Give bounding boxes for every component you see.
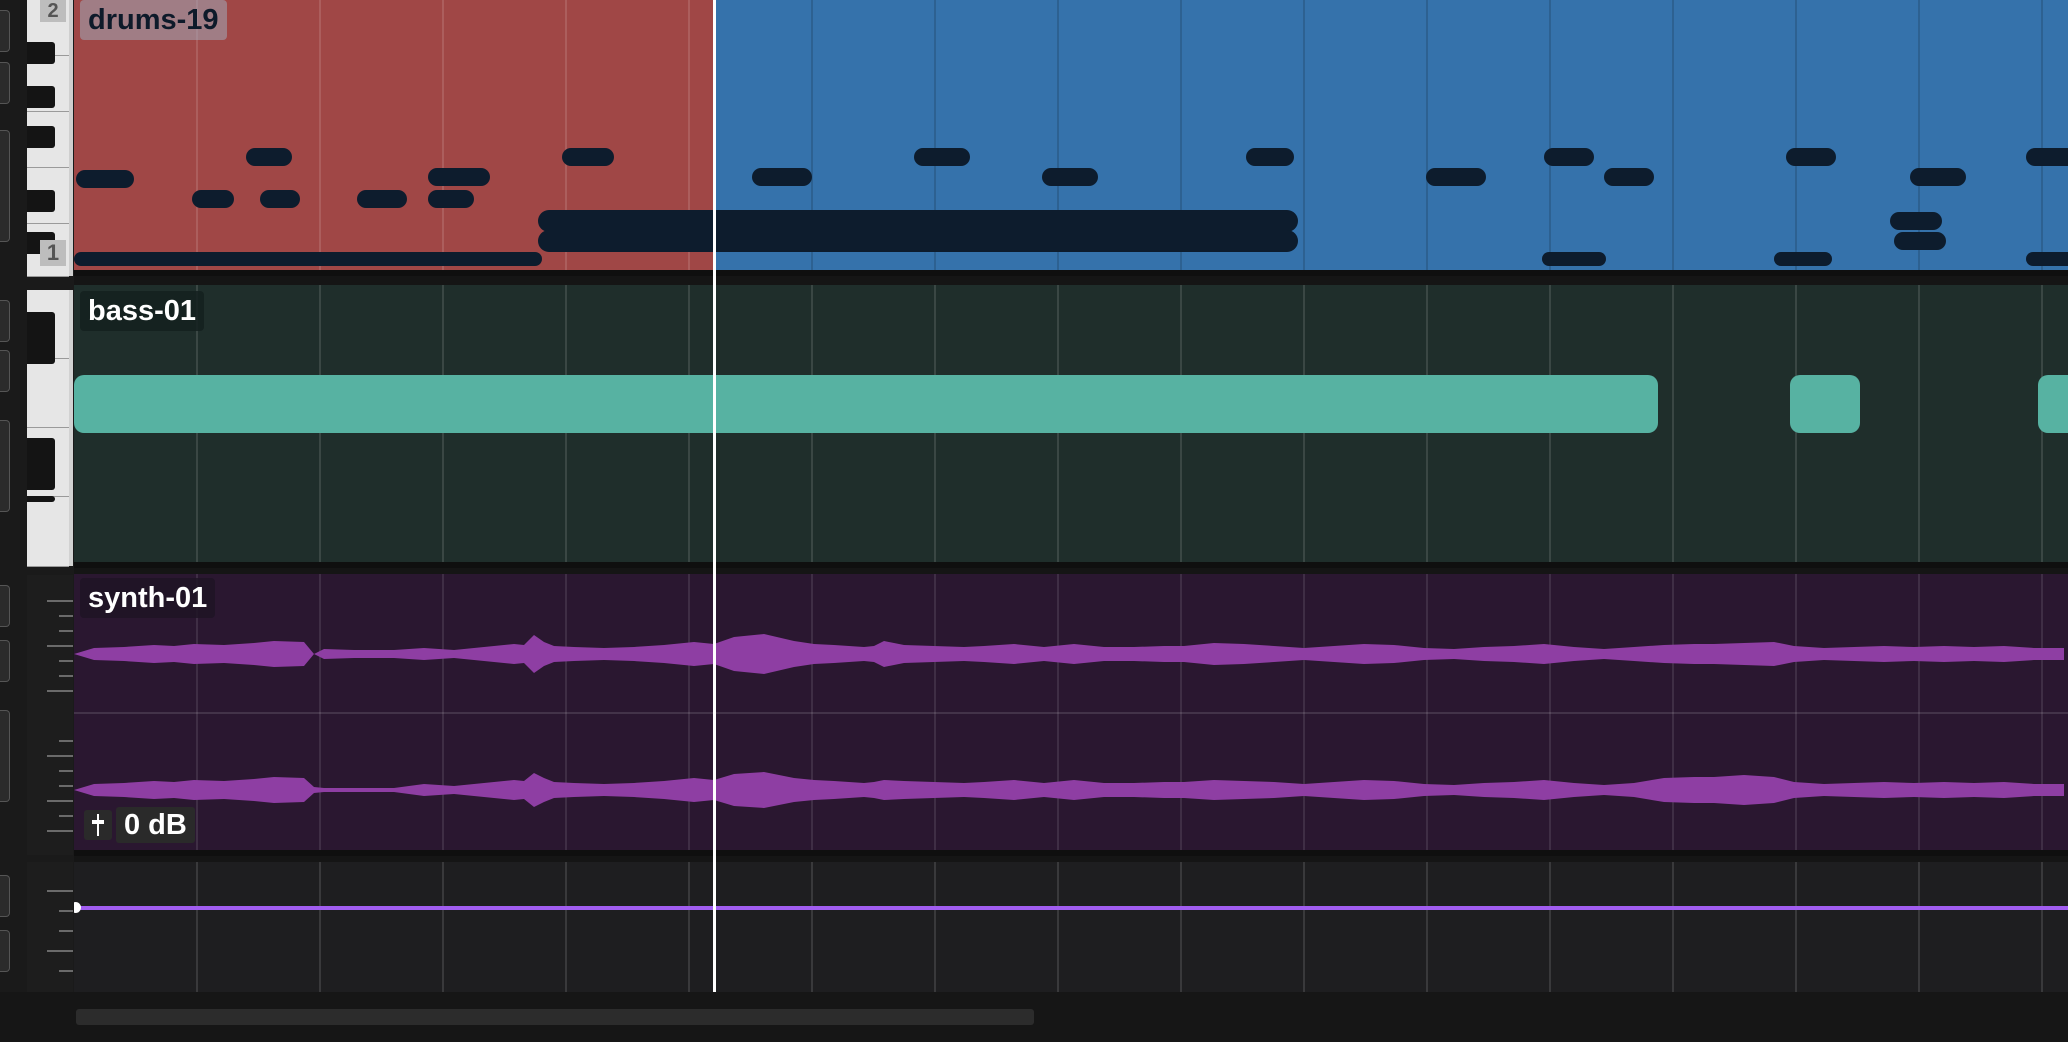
drums-track-lane: drums-19: [74, 0, 2068, 276]
midi-note-long[interactable]: [538, 210, 1298, 232]
grid-line: [442, 0, 444, 270]
grid-line: [1426, 862, 1428, 992]
midi-note[interactable]: [1246, 148, 1294, 166]
midi-note[interactable]: [752, 168, 812, 186]
gain-readout[interactable]: 0 dB: [84, 806, 195, 844]
bass-track-button-2[interactable]: [0, 350, 10, 392]
fader-icon[interactable]: [84, 810, 112, 840]
grid-line: [196, 0, 198, 270]
grid-line: [196, 862, 198, 992]
lane-number-bottom: 1: [40, 240, 66, 266]
grid-line: [811, 862, 813, 992]
automation-button-2[interactable]: [0, 930, 10, 972]
grid-line: [2041, 0, 2043, 270]
grid-line: [319, 862, 321, 992]
horizontal-scrollbar-track[interactable]: [0, 992, 2068, 1042]
grid-line: [1303, 862, 1305, 992]
synth-level-ruler: [27, 575, 73, 855]
synth-clip-label[interactable]: synth-01: [80, 578, 216, 618]
midi-note[interactable]: [1786, 148, 1836, 166]
automation-lane: [74, 862, 2068, 992]
waveform-left-channel[interactable]: [74, 614, 2064, 694]
synth-track-button-1[interactable]: [0, 585, 10, 627]
grid-line: [1180, 862, 1182, 992]
midi-note[interactable]: [260, 190, 300, 208]
midi-note[interactable]: [74, 252, 542, 266]
grid-line: [1672, 0, 1674, 270]
grid-line: [934, 862, 936, 992]
grid-line: [1303, 0, 1305, 270]
midi-note[interactable]: [192, 190, 234, 208]
drums-track-button-2[interactable]: [0, 62, 10, 104]
drums-track-button-3[interactable]: [0, 130, 10, 242]
grid-line: [1057, 862, 1059, 992]
midi-note[interactable]: [246, 148, 292, 166]
synth-track-button-2[interactable]: [0, 640, 10, 682]
automation-point[interactable]: [74, 902, 81, 913]
bass-piano-keyboard[interactable]: [27, 290, 73, 567]
grid-line: [319, 0, 321, 270]
midi-note[interactable]: [562, 148, 614, 166]
midi-note[interactable]: [1910, 168, 1966, 186]
automation-level-ruler: [27, 862, 73, 992]
automation-button-1[interactable]: [0, 875, 10, 917]
bass-midi-note[interactable]: [2038, 375, 2068, 433]
drums-track-button-1[interactable]: [0, 10, 10, 52]
drums-piano-keyboard[interactable]: [27, 0, 73, 277]
midi-note[interactable]: [76, 170, 134, 188]
bass-clip-label[interactable]: bass-01: [80, 291, 205, 331]
playhead[interactable]: [713, 0, 716, 992]
midi-note[interactable]: [1890, 212, 1942, 230]
left-strip: 2 1: [0, 0, 74, 1000]
grid-line: [2041, 862, 2043, 992]
midi-note[interactable]: [428, 190, 474, 208]
bass-midi-note[interactable]: [1790, 375, 1860, 433]
midi-note[interactable]: [1042, 168, 1098, 186]
midi-note[interactable]: [428, 168, 490, 186]
midi-note[interactable]: [914, 148, 970, 166]
automation-line[interactable]: [74, 906, 2068, 910]
midi-note[interactable]: [1542, 252, 1606, 266]
midi-note[interactable]: [357, 190, 407, 208]
grid-line: [1918, 862, 1920, 992]
midi-note[interactable]: [2026, 148, 2068, 166]
grid-line: [1549, 0, 1551, 270]
lane-number-top: 2: [40, 0, 66, 22]
grid-line: [1672, 862, 1674, 992]
grid-line: [1918, 285, 1920, 562]
grid-line: [565, 862, 567, 992]
grid-line: [1426, 0, 1428, 270]
midi-note[interactable]: [2026, 252, 2068, 266]
grid-line: [1549, 862, 1551, 992]
gain-label: 0 dB: [116, 807, 195, 843]
bass-track-lane: bass-01: [74, 285, 2068, 568]
midi-note[interactable]: [1544, 148, 1594, 166]
grid-line: [442, 862, 444, 992]
midi-note[interactable]: [1774, 252, 1832, 266]
synth-track-button-3[interactable]: [0, 710, 10, 802]
midi-note[interactable]: [1426, 168, 1486, 186]
grid-line: [688, 862, 690, 992]
channel-divider: [74, 712, 2068, 714]
midi-note-long[interactable]: [538, 230, 1298, 252]
bass-track-button-1[interactable]: [0, 300, 10, 342]
midi-note[interactable]: [1894, 232, 1946, 250]
waveform-right-channel[interactable]: [74, 750, 2064, 830]
midi-note[interactable]: [1604, 168, 1654, 186]
horizontal-scrollbar-thumb[interactable]: [76, 1009, 1034, 1025]
drums-clip-label[interactable]: drums-19: [80, 0, 227, 40]
grid-line: [1795, 0, 1797, 270]
bass-midi-note[interactable]: [74, 375, 1658, 433]
synth-track-lane: synth-01 0 dB: [74, 574, 2068, 856]
bass-track-button-3[interactable]: [0, 420, 10, 512]
grid-line: [1672, 285, 1674, 562]
grid-line: [1795, 862, 1797, 992]
